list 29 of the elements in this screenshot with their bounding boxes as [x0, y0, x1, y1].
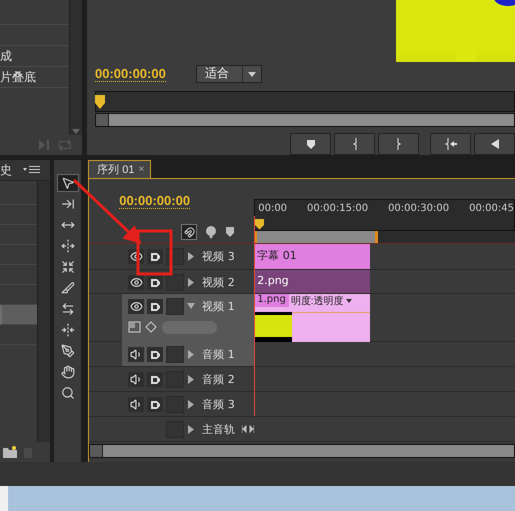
- clip[interactable]: 1.png 明度:透明度: [254, 294, 370, 342]
- track-header[interactable]: 音频 1: [122, 342, 254, 366]
- time-ruler[interactable]: 00:00 00:00:15:00 00:00:30:00 00:00:45: [254, 199, 515, 231]
- track-name: 音频 3: [202, 397, 235, 412]
- timecode[interactable]: 00:00:00:00: [119, 193, 190, 209]
- ruler-label: 00:00:15:00: [307, 203, 368, 215]
- clip[interactable]: 字幕 01: [254, 244, 370, 269]
- sequence-tab[interactable]: 序列 01 ×: [88, 160, 152, 178]
- clip[interactable]: 2.png: [254, 270, 370, 293]
- track-name: 视频 2: [202, 275, 235, 290]
- close-button[interactable]: ×: [138, 164, 144, 175]
- clip-label: 1.png: [256, 294, 287, 307]
- effect-dropdown[interactable]: 明度:透明度: [288, 294, 370, 307]
- track-name: 音频 1: [202, 347, 235, 362]
- ruler-label: 00:00: [258, 203, 288, 215]
- clip-label: 字幕 01: [256, 248, 298, 263]
- track-name: 音频 2: [202, 372, 235, 387]
- timecode[interactable]: 00:00:00:00: [95, 66, 166, 82]
- clip-label: 2.png: [256, 273, 290, 287]
- effect-item[interactable]: 片叠底: [0, 68, 36, 86]
- ruler-label: 00:00:45: [469, 203, 514, 215]
- track-name: 视频 3: [202, 249, 235, 264]
- track-header[interactable]: 视频 1: [122, 294, 254, 342]
- effect-item[interactable]: 成: [0, 48, 12, 64]
- zoom-dropdown[interactable]: 适合: [196, 64, 262, 83]
- track-name: 主音轨: [202, 422, 236, 437]
- track-name: 视频 1: [202, 299, 235, 314]
- ruler-label: 00:00:30:00: [388, 203, 450, 215]
- panel-tab[interactable]: 史: [0, 162, 12, 178]
